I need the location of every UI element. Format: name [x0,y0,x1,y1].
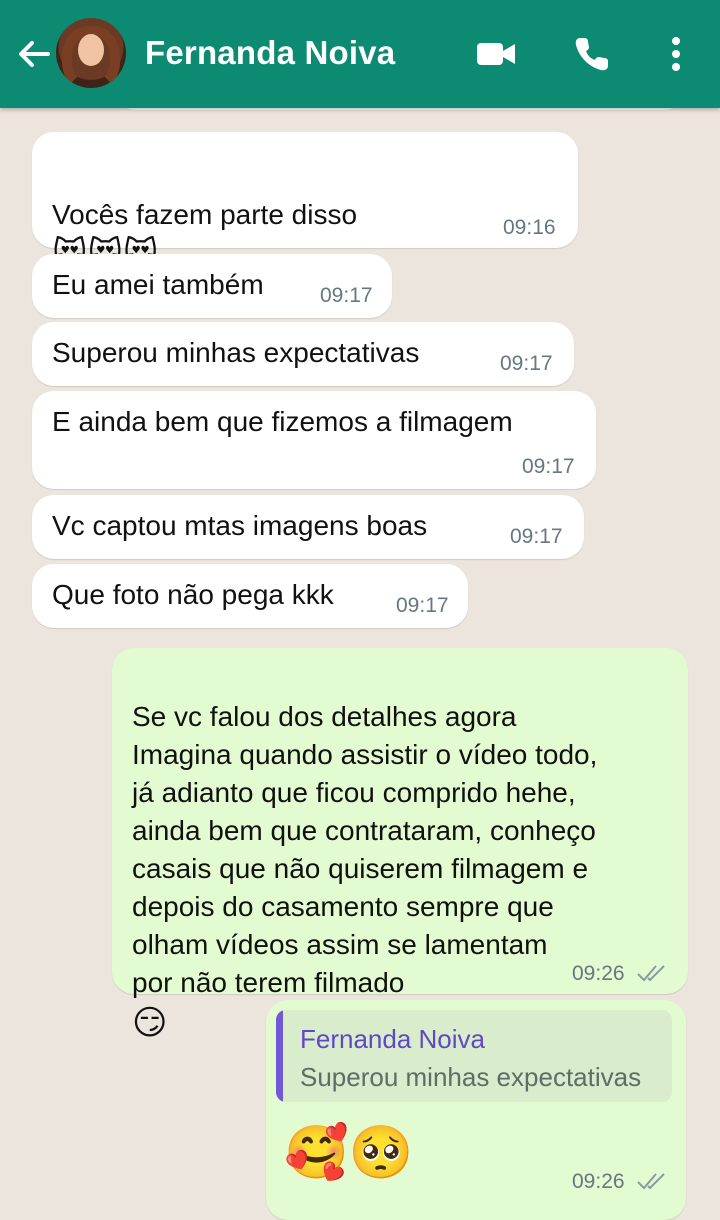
quoted-text: Superou minhas expectativas [300,1062,642,1092]
message-bubble[interactable]: Vc captou mtas imagens boas 09:17 [32,495,584,559]
quote-bar [276,1010,283,1102]
message-list[interactable]: Vocês fazem parte disso 😻😻😻 09:16 Eu ame… [0,96,720,1220]
message-text: Vc captou mtas imagens boas [52,510,428,541]
message-bubble[interactable]: Que foto não pega kkk 09:17 [32,564,468,628]
contact-name[interactable]: Fernanda Noiva [145,34,395,72]
message-time: 09:26 [572,962,625,985]
phone-icon[interactable] [570,32,614,76]
message-bubble[interactable]: E ainda bem que fizemos a filmagem 09:17 [32,391,596,489]
message-time: 09:16 [503,216,556,239]
video-call-icon[interactable] [474,32,518,76]
message-time: 09:26 [572,1170,625,1193]
message-text: Que foto não pega kkk [52,579,334,610]
quoted-reply[interactable]: Fernanda Noiva Superou minhas expectativ… [276,1010,672,1102]
read-receipt-icon [637,965,665,982]
message-bubble[interactable]: Eu amei também 09:17 [32,254,392,318]
message-time: 09:17 [320,284,373,307]
chat-header: Fernanda Noiva [0,0,720,108]
back-arrow-icon[interactable] [14,34,54,74]
message-bubble-outgoing[interactable]: Fernanda Noiva Superou minhas expectativ… [266,1000,686,1220]
message-time: 09:17 [396,594,449,617]
message-time: 09:17 [500,352,553,375]
message-text: Superou minhas expectativas [52,337,420,368]
quoted-sender: Fernanda Noiva [300,1024,485,1054]
message-time: 09:17 [522,455,575,478]
message-text: E ainda bem que fizemos a filmagem [52,406,513,437]
message-text: Se vc falou dos detalhes agora Imagina q… [132,701,598,998]
message-time: 09:17 [510,525,563,548]
message-bubble-outgoing[interactable]: Se vc falou dos detalhes agora Imagina q… [112,648,688,1042]
read-receipt-icon [637,1173,665,1190]
more-vertical-icon[interactable] [654,32,698,76]
message-text: Vocês fazem parte disso [52,199,358,230]
message-bubble[interactable]: Superou minhas expectativas 09:17 [32,322,574,386]
smiling-hearts-pleading-emoji: 🥰🥺 [284,1124,414,1182]
message-text: Eu amei também [52,269,264,300]
avatar[interactable] [56,18,126,88]
message-bubble[interactable]: Vocês fazem parte disso 😻😻😻 09:16 [32,132,578,274]
smirk-emoji: 😏 [132,1003,168,1042]
